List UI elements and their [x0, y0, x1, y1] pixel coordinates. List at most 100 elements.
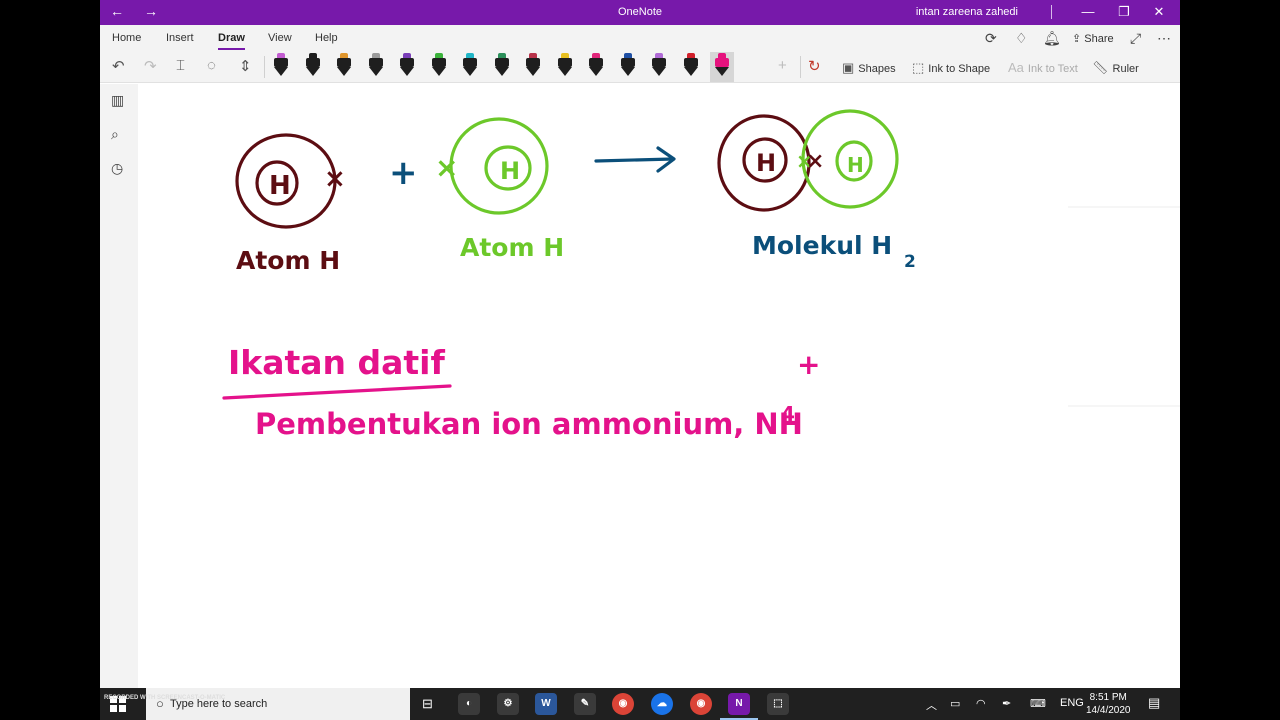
pen-3[interactable] — [337, 53, 351, 79]
tab-draw[interactable]: Draw — [218, 32, 245, 50]
pen-4[interactable] — [368, 53, 383, 79]
paint-3d-app-icon[interactable]: ◐ — [458, 693, 480, 715]
ink-to-text-label: Ink to Text — [1027, 63, 1078, 75]
share-button[interactable]: ⇪ Share — [1072, 32, 1114, 45]
pen-body — [620, 58, 635, 67]
ruler-label: Ruler — [1112, 63, 1139, 75]
tab-home[interactable]: Home — [112, 32, 141, 44]
pen-14[interactable] — [683, 53, 698, 79]
paint-app-icon[interactable]: ✎ — [574, 693, 596, 715]
molecule-subscript: 2 — [904, 252, 916, 272]
molecule-shared-electron-red: × — [806, 149, 824, 174]
keyboard-icon[interactable]: ⌨ — [1030, 697, 1046, 710]
pen-cone — [305, 67, 320, 76]
battery-icon[interactable]: ▭ — [950, 697, 960, 710]
tab-insert[interactable]: Insert — [166, 32, 194, 44]
pen-7[interactable] — [463, 53, 477, 79]
notifications-icon[interactable]: ▤ — [1148, 695, 1160, 711]
type-select-icon[interactable]: ⌶ — [176, 57, 185, 74]
pen-13[interactable] — [652, 53, 666, 79]
wifi-icon[interactable]: ◠ — [976, 697, 986, 710]
pen-cone — [494, 67, 509, 76]
task-view-icon[interactable]: ⊟ — [422, 696, 433, 712]
ruler-icon: 📏︎ — [1092, 60, 1109, 75]
expand-icon[interactable]: ⤢ — [1130, 30, 1141, 47]
settings-app-icon[interactable]: ⚙ — [497, 693, 519, 715]
search-icon[interactable]: ⌕ — [111, 126, 119, 143]
pen-body — [400, 58, 414, 67]
sync-icon[interactable]: ⟳ — [985, 30, 997, 47]
plus-sign: + — [389, 153, 418, 193]
reaction-arrow — [594, 146, 676, 173]
ink-replay-icon[interactable]: ↻ — [808, 57, 821, 75]
taskbar-search[interactable]: ○ Type here to search — [146, 688, 410, 720]
pen-cone — [715, 67, 729, 76]
onenote-app-icon[interactable]: N — [720, 693, 758, 720]
subheading-text: Pembentukan ion ammonium, NH — [255, 407, 803, 441]
undo-icon[interactable]: ↶ — [112, 57, 125, 75]
pen-15[interactable] — [710, 52, 734, 82]
atom-h-1-label: Atom H — [236, 246, 340, 275]
user-name[interactable]: intan zareena zahedi — [916, 6, 1018, 18]
shapes-icon: ▣ — [842, 60, 855, 75]
pen-1[interactable] — [274, 53, 288, 79]
chrome-app-icon[interactable]: ◉ — [612, 693, 634, 715]
tab-help[interactable]: Help — [315, 32, 338, 44]
pen-icon[interactable]: ✒ — [1002, 697, 1011, 710]
pen-6[interactable] — [431, 53, 446, 79]
toolbar-divider — [264, 56, 265, 78]
recent-icon[interactable]: ◷ — [111, 160, 123, 177]
toolbar-divider — [800, 56, 801, 78]
atom-h-2: H × Atom H — [435, 117, 564, 262]
ink-to-text-icon: Aa — [1008, 60, 1024, 75]
insert-space-icon[interactable]: ⇕ — [239, 57, 252, 75]
add-pen-icon[interactable]: + — [778, 57, 787, 74]
ink-to-shape-button[interactable]: ⬚ Ink to Shape — [912, 60, 990, 76]
heading-ikatan-datif: Ikatan datif — [228, 343, 445, 382]
atom-h-2-label: Atom H — [460, 233, 564, 262]
ruler-button[interactable]: 📏︎ Ruler — [1092, 60, 1139, 76]
pen-body — [683, 58, 698, 67]
pen-2[interactable] — [305, 53, 320, 79]
shapes-button[interactable]: ▣ Shapes — [842, 60, 896, 76]
word-app-icon[interactable]: W — [535, 693, 557, 715]
ink-drawing: H × Atom H + H × Atom H H H × × Molekul … — [222, 109, 1180, 441]
more-icon[interactable]: ⋯ — [1157, 30, 1171, 47]
pen-12[interactable] — [620, 53, 635, 79]
navigation-rail: ▥ ⌕ ◷ — [100, 84, 138, 688]
minimize-icon[interactable]: — — [1078, 4, 1098, 19]
pen-8[interactable] — [494, 53, 509, 79]
molecule-left-nucleus-label: H — [756, 149, 776, 177]
chevron-up-icon[interactable]: ︿ — [926, 697, 937, 713]
restore-icon[interactable]: ❐ — [1114, 4, 1134, 20]
pen-5[interactable] — [400, 53, 414, 79]
pen-11[interactable] — [589, 53, 603, 79]
pen-10[interactable] — [557, 53, 572, 79]
onenote-window: ← → OneNote intan zareena zahedi — ❐ ✕ H… — [100, 0, 1180, 720]
pen-cone — [652, 67, 666, 76]
clock-time: 8:51 PM — [1089, 692, 1127, 703]
close-icon[interactable]: ✕ — [1149, 4, 1169, 20]
language-indicator[interactable]: ENG — [1060, 697, 1084, 709]
ink-to-text-button[interactable]: Aa Ink to Text — [1008, 60, 1078, 75]
molecule-right-nucleus-label: H — [847, 153, 864, 177]
pen-9[interactable] — [526, 53, 540, 79]
notebooks-icon[interactable]: ▥ — [111, 92, 124, 109]
atom-h-1: H × Atom H — [235, 133, 346, 275]
ink-to-shape-label: Ink to Shape — [928, 63, 991, 75]
cloud-app-icon[interactable]: ☁ — [651, 693, 673, 715]
page-canvas[interactable]: H × Atom H + H × Atom H H H × × Molekul … — [138, 84, 1180, 688]
lasso-select-icon[interactable]: ◌ — [207, 57, 216, 74]
tab-view[interactable]: View — [268, 32, 292, 44]
snip-app-icon[interactable]: ⬚ — [767, 693, 789, 715]
chrome-app-icon-2[interactable]: ◉ — [690, 693, 712, 715]
subheading-superscript: + — [797, 348, 820, 381]
atom-h-2-nucleus-label: H — [500, 157, 520, 185]
clock[interactable]: 8:51 PM 14/4/2020 — [1086, 691, 1131, 717]
lightbulb-icon[interactable]: ♢ — [1015, 30, 1028, 47]
redo-icon[interactable]: ↷ — [144, 57, 157, 75]
pen-cone — [463, 67, 477, 76]
title-separator — [1051, 5, 1052, 19]
bell-icon[interactable]: 🔔︎ — [1043, 30, 1061, 47]
pen-body — [463, 58, 477, 67]
